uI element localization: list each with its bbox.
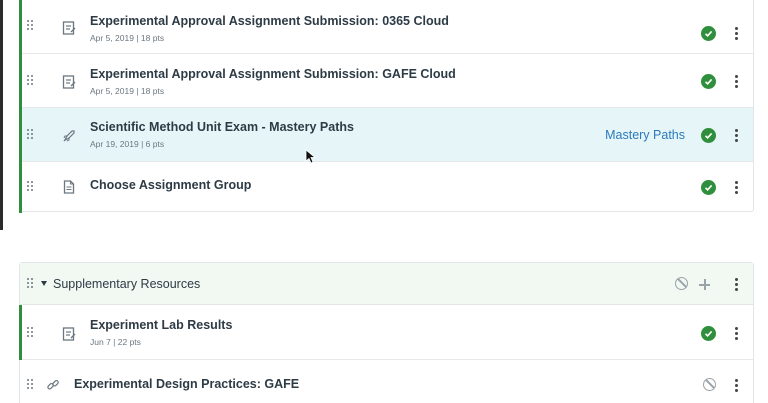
module-item[interactable]: Experimental Approval Assignment Submiss… bbox=[19, 0, 753, 54]
item-title-link[interactable]: Choose Assignment Group bbox=[90, 178, 251, 192]
unpublished-icon[interactable] bbox=[675, 277, 688, 290]
item-title-link[interactable]: Experimental Design Practices: GAFE bbox=[74, 377, 299, 391]
meta-separator: | bbox=[113, 337, 116, 347]
item-title-link[interactable]: Scientific Method Unit Exam - Mastery Pa… bbox=[90, 120, 354, 134]
collapse-caret-icon[interactable] bbox=[41, 281, 47, 286]
published-check-icon[interactable] bbox=[701, 326, 716, 341]
meta-separator: | bbox=[141, 139, 144, 149]
drag-handle-icon[interactable] bbox=[27, 75, 35, 87]
drag-handle-icon[interactable] bbox=[27, 327, 35, 339]
link-icon bbox=[46, 378, 60, 392]
assignment-icon bbox=[62, 327, 76, 341]
add-item-icon[interactable] bbox=[699, 279, 710, 290]
window-frame-edge bbox=[0, 0, 3, 230]
kebab-menu-icon[interactable] bbox=[735, 181, 738, 194]
item-meta: Apr 19, 2019 | 6 pts bbox=[90, 139, 164, 149]
assignment-icon bbox=[62, 75, 76, 89]
kebab-menu-icon[interactable] bbox=[735, 75, 738, 88]
item-points: 18 pts bbox=[140, 86, 165, 96]
kebab-menu-icon[interactable] bbox=[735, 278, 738, 291]
published-check-icon[interactable] bbox=[701, 26, 716, 41]
module-item[interactable]: Experimental Design Practices: GAFE bbox=[20, 360, 753, 403]
page-icon bbox=[62, 180, 76, 194]
module-header[interactable]: Supplementary Resources bbox=[20, 263, 753, 305]
item-date: Jun 7 bbox=[90, 337, 111, 347]
quiz-rocket-icon bbox=[62, 129, 76, 143]
module-title: Supplementary Resources bbox=[53, 277, 201, 291]
module-item[interactable]: Scientific Method Unit Exam - Mastery Pa… bbox=[19, 108, 753, 162]
assignment-icon bbox=[62, 21, 76, 35]
module-item[interactable]: Choose Assignment Group bbox=[19, 162, 753, 213]
item-meta: Apr 5, 2019 | 18 pts bbox=[90, 86, 164, 96]
kebab-menu-icon[interactable] bbox=[735, 27, 738, 40]
item-title-link[interactable]: Experiment Lab Results bbox=[90, 318, 232, 332]
drag-handle-icon[interactable] bbox=[27, 129, 35, 141]
module-supplementary-resources: Supplementary Resources Experiment Lab R… bbox=[19, 262, 754, 403]
item-points: 22 pts bbox=[117, 337, 141, 347]
kebab-menu-icon[interactable] bbox=[735, 379, 738, 392]
item-date: Apr 5, 2019 bbox=[90, 86, 134, 96]
item-points: 6 pts bbox=[145, 139, 165, 149]
item-points: 18 pts bbox=[140, 33, 165, 43]
mouse-cursor-icon bbox=[305, 149, 317, 164]
published-check-icon[interactable] bbox=[701, 74, 716, 89]
kebab-menu-icon[interactable] bbox=[735, 327, 738, 340]
item-meta: Jun 7 | 22 pts bbox=[90, 337, 141, 347]
module-item[interactable]: Experimental Approval Assignment Submiss… bbox=[19, 54, 753, 108]
meta-separator: | bbox=[136, 33, 139, 43]
drag-handle-icon[interactable] bbox=[27, 379, 35, 391]
item-date: Apr 5, 2019 bbox=[90, 33, 134, 43]
item-title-link[interactable]: Experimental Approval Assignment Submiss… bbox=[90, 14, 449, 28]
drag-handle-icon[interactable] bbox=[27, 278, 35, 290]
module-item[interactable]: Experiment Lab Results Jun 7 | 22 pts bbox=[19, 305, 753, 360]
item-meta: Apr 5, 2019 | 18 pts bbox=[90, 33, 164, 43]
meta-separator: | bbox=[136, 86, 139, 96]
published-check-icon[interactable] bbox=[701, 180, 716, 195]
drag-handle-icon[interactable] bbox=[27, 181, 35, 193]
kebab-menu-icon[interactable] bbox=[735, 129, 738, 142]
unpublished-icon[interactable] bbox=[703, 378, 716, 391]
drag-handle-icon[interactable] bbox=[27, 20, 35, 32]
item-title-link[interactable]: Experimental Approval Assignment Submiss… bbox=[90, 67, 456, 81]
item-date: Apr 19, 2019 bbox=[90, 139, 139, 149]
module-assignments: Experimental Approval Assignment Submiss… bbox=[19, 0, 754, 213]
published-check-icon[interactable] bbox=[701, 128, 716, 143]
mastery-paths-link[interactable]: Mastery Paths bbox=[605, 128, 685, 142]
